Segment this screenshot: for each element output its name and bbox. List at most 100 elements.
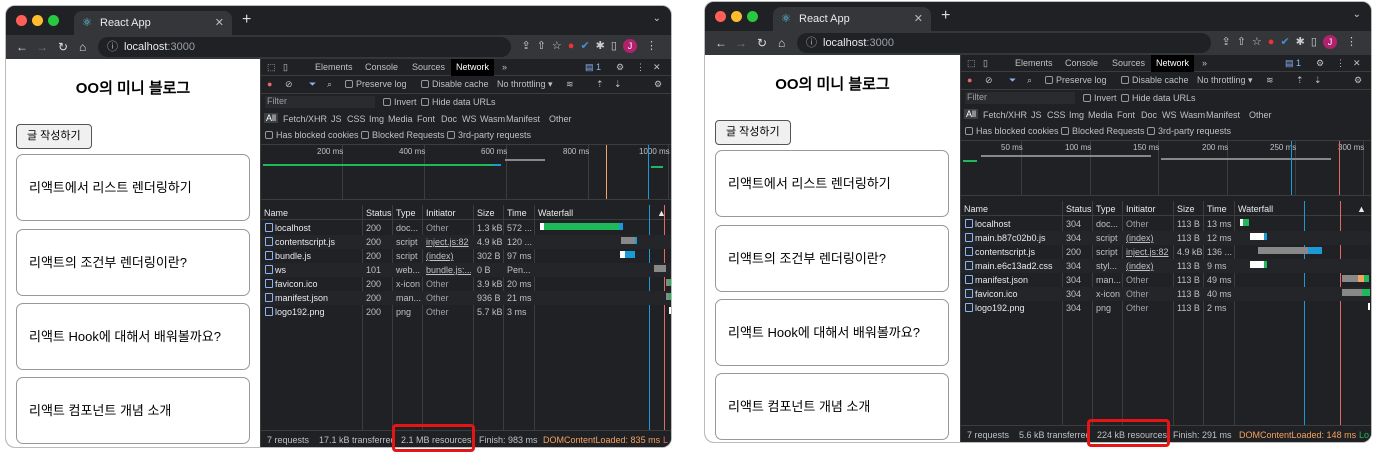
- browser-tab[interactable]: ⚛ React App ✕: [773, 7, 931, 31]
- device-toggle-icon[interactable]: ▯: [283, 62, 288, 73]
- extension-icons[interactable]: ⇪⇧☆●✔✱▯ J ⋮: [521, 39, 663, 53]
- tab-elements[interactable]: Elements: [1015, 58, 1053, 68]
- request-initiator[interactable]: Other: [1126, 303, 1171, 313]
- tab-elements[interactable]: Elements: [315, 62, 353, 72]
- close-tab-icon[interactable]: ✕: [914, 7, 923, 31]
- minimize-window-dot[interactable]: [32, 15, 43, 26]
- post-card[interactable]: 리액트에서 리스트 렌더링하기: [16, 154, 250, 221]
- issues-badge[interactable]: ▤ 1: [585, 62, 601, 73]
- wifi-icon[interactable]: ≋: [1266, 75, 1274, 86]
- close-window-dot[interactable]: [16, 15, 27, 26]
- table-row[interactable]: contentscript.js 200 script inject.js:82 4.9…: [961, 245, 1371, 259]
- filter-img[interactable]: Img: [369, 114, 384, 124]
- tab-sources[interactable]: Sources: [1112, 58, 1145, 68]
- write-post-button[interactable]: 글 작성하기: [16, 124, 92, 149]
- device-toggle-icon[interactable]: ▯: [983, 58, 988, 69]
- close-tab-icon[interactable]: ✕: [215, 11, 224, 35]
- reload-icon[interactable]: ↻: [757, 36, 767, 50]
- third-party-checkbox[interactable]: 3rd-party requests: [1147, 126, 1231, 136]
- invert-checkbox[interactable]: Invert: [1083, 93, 1117, 103]
- tab-sources[interactable]: Sources: [412, 62, 445, 72]
- search-icon[interactable]: ⌕: [1027, 75, 1032, 86]
- settings-gear-icon[interactable]: ⚙: [616, 62, 624, 73]
- filter-doc[interactable]: Doc: [441, 114, 457, 124]
- request-initiator[interactable]: Other: [1126, 275, 1171, 285]
- table-row[interactable]: logo192.png 304 png Other 113 B 2 ms: [961, 301, 1371, 315]
- preserve-log-checkbox[interactable]: Preserve log: [1045, 75, 1107, 85]
- request-initiator[interactable]: (index): [1126, 261, 1171, 271]
- wifi-icon[interactable]: ≋: [566, 79, 574, 90]
- network-settings-icon[interactable]: ⚙: [654, 79, 662, 90]
- table-row[interactable]: logo192.png 200 png Other 5.7 kB 3 ms: [261, 305, 671, 319]
- filter-other[interactable]: Other: [549, 114, 572, 124]
- filter-font[interactable]: Font: [1117, 110, 1135, 120]
- browser-tab[interactable]: ⚛ React App ✕: [74, 11, 232, 35]
- filter-fetch-xhr[interactable]: Fetch/XHR: [283, 114, 327, 124]
- third-party-checkbox[interactable]: 3rd-party requests: [447, 130, 531, 140]
- more-menu-icon[interactable]: ⋮: [1336, 58, 1345, 69]
- tab-console[interactable]: Console: [1065, 58, 1098, 68]
- extension-icons[interactable]: ⇪⇧☆●✔✱▯ J ⋮: [1221, 35, 1363, 49]
- search-icon[interactable]: ⌕: [327, 79, 332, 90]
- settings-gear-icon[interactable]: ⚙: [1316, 58, 1324, 69]
- network-overview[interactable]: 50 ms 100 ms 150 ms 200 ms 250 ms 300 ms: [961, 141, 1371, 196]
- table-row[interactable]: main.b87c02b0.js 304 script (index) 113 B 12 …: [961, 231, 1371, 245]
- filter-wasm[interactable]: Wasm: [1180, 110, 1205, 120]
- table-row[interactable]: contentscript.js 200 script inject.js:82 4.9…: [261, 235, 671, 249]
- has-blocked-cookies-checkbox[interactable]: Has blocked cookies: [265, 130, 359, 140]
- request-initiator[interactable]: Other: [1126, 219, 1171, 229]
- table-row[interactable]: bundle.js 200 script (index) 302 B 97 ms: [261, 249, 671, 263]
- address-bar[interactable]: ⓘ localhost:3000: [98, 37, 511, 57]
- clear-icon[interactable]: ⊘: [285, 79, 293, 90]
- back-arrow-icon[interactable]: ←: [715, 36, 727, 50]
- request-initiator[interactable]: (index): [1126, 233, 1171, 243]
- more-menu-icon[interactable]: ⋮: [636, 62, 645, 73]
- tab-network[interactable]: Network: [1151, 55, 1195, 72]
- tab-search-chevron-icon[interactable]: ⌄: [653, 13, 661, 24]
- address-bar[interactable]: ⓘ localhost:3000: [797, 33, 1211, 53]
- request-initiator[interactable]: Other: [426, 307, 471, 317]
- post-card[interactable]: 리액트의 조건부 렌더링이란?: [715, 225, 949, 292]
- post-card[interactable]: 리액트 Hook에 대해서 배워볼까요?: [715, 299, 949, 366]
- home-icon[interactable]: ⌂: [778, 36, 785, 50]
- tab-network[interactable]: Network: [451, 59, 495, 76]
- new-tab-icon[interactable]: +: [941, 7, 950, 25]
- filter-fetch-xhr[interactable]: Fetch/XHR: [983, 110, 1027, 120]
- close-devtools-icon[interactable]: ✕: [653, 62, 661, 73]
- post-card[interactable]: 리액트에서 리스트 렌더링하기: [715, 150, 949, 217]
- table-row[interactable]: main.e6c13ad2.css 304 styl... (index) 113 B 9…: [961, 259, 1371, 273]
- back-arrow-icon[interactable]: ←: [16, 40, 28, 54]
- request-initiator[interactable]: Other: [426, 293, 471, 303]
- network-settings-icon[interactable]: ⚙: [1354, 75, 1362, 86]
- filter-other[interactable]: Other: [1249, 110, 1272, 120]
- more-tabs-icon[interactable]: »: [502, 62, 507, 72]
- post-card[interactable]: 리액트 컴포넌트 개념 소개: [715, 373, 949, 440]
- filter-manifest[interactable]: Manifest: [1206, 110, 1240, 120]
- table-row[interactable]: favicon.ico 304 x-icon Other 113 B 40 ms: [961, 287, 1371, 301]
- preserve-log-checkbox[interactable]: Preserve log: [345, 79, 407, 89]
- tab-console[interactable]: Console: [365, 62, 398, 72]
- filter-icon[interactable]: ⏷: [1009, 75, 1016, 86]
- filter-media[interactable]: Media: [388, 114, 413, 124]
- write-post-button[interactable]: 글 작성하기: [715, 120, 791, 145]
- forward-arrow-icon[interactable]: →: [735, 36, 747, 50]
- invert-checkbox[interactable]: Invert: [383, 97, 417, 107]
- record-icon[interactable]: ●: [967, 75, 972, 85]
- table-row[interactable]: manifest.json 304 man... Other 113 B 49 ms: [961, 273, 1371, 287]
- filter-all[interactable]: All: [964, 109, 979, 119]
- table-row[interactable]: favicon.ico 200 x-icon Other 3.9 kB 20 ms: [261, 277, 671, 291]
- inspect-icon[interactable]: ⬚: [967, 58, 976, 69]
- filter-ws[interactable]: WS: [1162, 110, 1177, 120]
- filter-css[interactable]: CSS: [347, 114, 366, 124]
- post-card[interactable]: 리액트 컴포넌트 개념 소개: [16, 377, 250, 444]
- filter-doc[interactable]: Doc: [1141, 110, 1157, 120]
- table-row[interactable]: localhost 200 doc... Other 1.3 kB 572 ...: [261, 221, 671, 235]
- filter-media[interactable]: Media: [1088, 110, 1113, 120]
- reload-icon[interactable]: ↻: [58, 40, 68, 54]
- request-initiator[interactable]: Other: [426, 279, 471, 289]
- download-icon[interactable]: ⇣: [1314, 75, 1322, 86]
- download-icon[interactable]: ⇣: [614, 79, 622, 90]
- request-initiator[interactable]: inject.js:82: [1126, 247, 1171, 257]
- filter-font[interactable]: Font: [417, 114, 435, 124]
- request-initiator[interactable]: Other: [426, 223, 471, 233]
